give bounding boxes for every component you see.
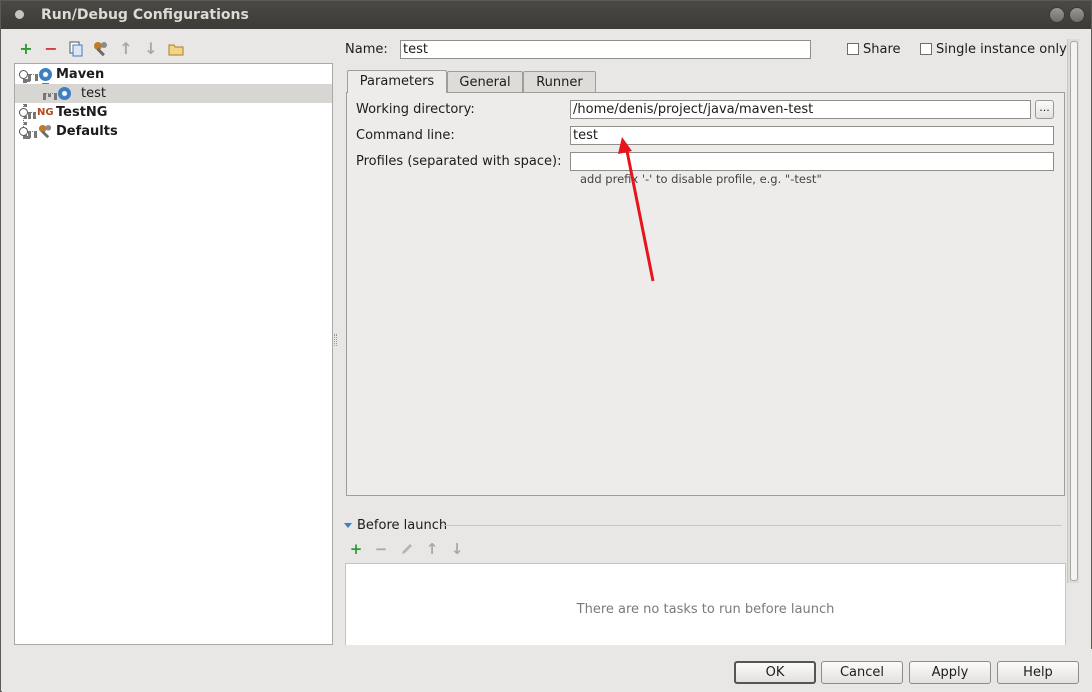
tab-parameters[interactable]: Parameters: [347, 70, 447, 93]
empty-task-message: There are no tasks to run before launch: [576, 602, 835, 617]
tree-item-label: Maven: [56, 67, 105, 82]
move-task-up-icon[interactable]: ↑: [425, 542, 439, 557]
tab-general[interactable]: General: [447, 71, 523, 93]
section-divider: [442, 525, 1062, 526]
ok-button[interactable]: OK: [734, 661, 816, 684]
add-task-icon[interactable]: +: [349, 542, 363, 557]
name-input[interactable]: test: [400, 40, 811, 59]
help-button[interactable]: Help: [997, 661, 1079, 684]
browse-button[interactable]: ...: [1035, 100, 1054, 119]
tree-item-defaults[interactable]: Defaults: [15, 122, 332, 141]
command-line-input[interactable]: test: [570, 126, 1054, 145]
wrench-icon: [38, 124, 53, 145]
name-label: Name:: [345, 42, 388, 57]
testng-icon: NG: [37, 107, 54, 118]
move-up-icon[interactable]: ↑: [118, 41, 134, 57]
working-directory-input[interactable]: /home/denis/project/java/maven-test: [570, 100, 1031, 119]
profiles-label: Profiles (separated with space):: [356, 154, 562, 169]
before-launch-task-list: There are no tasks to run before launch: [345, 563, 1066, 645]
folder-icon[interactable]: [168, 41, 184, 57]
tree-item-label: Defaults: [56, 124, 118, 139]
edit-task-pencil-icon[interactable]: [400, 542, 414, 556]
run-debug-configurations-window: Run/Debug Configurations + − ↑ ↓ Maven t…: [0, 0, 1092, 692]
single-instance-label: Single instance only: [936, 42, 1067, 57]
share-label: Share: [863, 42, 901, 57]
add-configuration-icon[interactable]: +: [18, 41, 34, 57]
remove-task-icon[interactable]: −: [374, 542, 388, 557]
edit-defaults-wrench-icon[interactable]: [93, 41, 109, 57]
share-checkbox[interactable]: [847, 43, 859, 55]
tree-item-testng[interactable]: NG TestNG: [15, 103, 332, 122]
tree-item-test[interactable]: test: [15, 84, 332, 103]
before-launch-title[interactable]: Before launch: [357, 518, 447, 533]
profiles-input[interactable]: [570, 152, 1054, 171]
close-window-button[interactable]: [1049, 7, 1065, 23]
scrollbar-thumb[interactable]: [1070, 41, 1078, 581]
profiles-hint: add prefix '-' to disable profile, e.g. …: [580, 172, 822, 186]
expand-toggle-icon[interactable]: [19, 127, 28, 136]
window-title: Run/Debug Configurations: [41, 7, 249, 23]
tree-item-label: TestNG: [56, 105, 108, 120]
tree-item-maven[interactable]: Maven: [15, 65, 332, 84]
vertical-scrollbar[interactable]: [1067, 39, 1079, 583]
command-line-label: Command line:: [356, 128, 455, 143]
collapse-triangle-icon[interactable]: [344, 523, 352, 528]
maven-gear-icon: [39, 68, 52, 81]
move-task-down-icon[interactable]: ↓: [450, 542, 464, 557]
apply-button[interactable]: Apply: [909, 661, 991, 684]
tab-runner[interactable]: Runner: [523, 71, 596, 93]
remove-configuration-icon[interactable]: −: [43, 41, 59, 57]
title-bar: Run/Debug Configurations: [1, 1, 1091, 29]
copy-configuration-icon[interactable]: [68, 41, 84, 57]
tree-connector: [28, 112, 36, 116]
move-down-icon[interactable]: ↓: [143, 41, 159, 57]
working-directory-label: Working directory:: [356, 102, 475, 117]
tree-item-label: test: [81, 86, 106, 101]
tree-connector: [28, 131, 37, 135]
expand-toggle-icon[interactable]: [19, 70, 28, 79]
tree-connector: [43, 93, 57, 97]
cancel-button[interactable]: Cancel: [821, 661, 903, 684]
tree-connector: [28, 74, 38, 78]
expand-toggle-icon[interactable]: [19, 108, 28, 117]
maximize-window-button[interactable]: [1069, 7, 1085, 23]
splitter-handle[interactable]: [334, 334, 337, 346]
single-instance-checkbox[interactable]: [920, 43, 932, 55]
maven-gear-icon: [58, 87, 71, 100]
window-menu-icon[interactable]: [15, 10, 24, 19]
configuration-tree: Maven test NG TestNG Defaults: [14, 63, 333, 645]
